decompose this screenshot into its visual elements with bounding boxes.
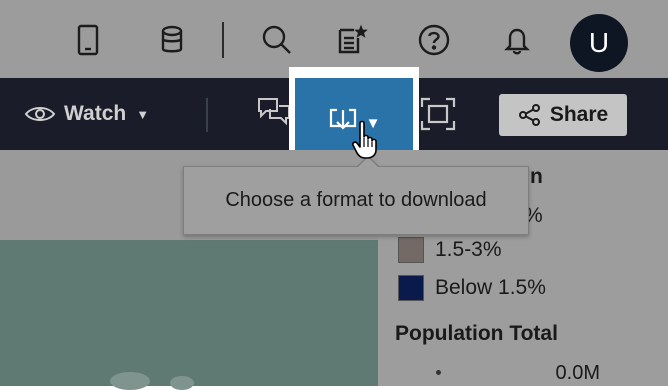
legend-title: n [530,165,543,188]
map-view[interactable] [0,240,378,390]
legend-item-label: Below 1.5% [435,276,546,299]
hand-cursor-icon [352,120,377,159]
legend-item-label: 1.5-3% [435,238,502,261]
comments-button[interactable] [255,94,293,132]
search-icon[interactable] [255,18,299,62]
help-icon[interactable] [412,18,456,62]
population-legend-title: Population Total [395,322,558,345]
favorites-icon[interactable] [330,18,374,62]
population-value: 0.0M [555,362,600,384]
avatar[interactable]: U [570,14,628,72]
legend-swatch [398,237,424,263]
download-tooltip: Choose a format to download [183,166,529,235]
legend-item[interactable]: 1.5-3% [398,236,502,264]
header-divider [222,22,224,58]
share-icon [518,104,540,126]
population-legend-row: 0.0M [430,362,600,386]
legend-item[interactable]: Below 1.5% [398,274,546,302]
caret-down-icon: ▼ [136,106,150,122]
bell-icon[interactable] [495,18,539,62]
eye-icon [24,107,56,121]
legend-swatch [398,275,424,301]
comment-icon [258,98,290,126]
share-label: Share [549,103,609,126]
avatar-initial: U [588,27,610,58]
watch-button[interactable]: Watch ▼ [24,100,149,128]
tablet-icon[interactable] [66,18,110,62]
size-dot-icon [436,370,441,375]
tooltip-text: Choose a format to download [225,189,487,211]
fullscreen-icon [420,97,456,131]
watch-label: Watch [64,102,127,125]
database-icon[interactable] [150,18,194,62]
fullscreen-button[interactable] [418,94,458,134]
share-button[interactable]: Share [499,94,627,136]
map-region [110,372,150,390]
map-region [170,376,194,390]
toolbar-divider [206,98,208,132]
